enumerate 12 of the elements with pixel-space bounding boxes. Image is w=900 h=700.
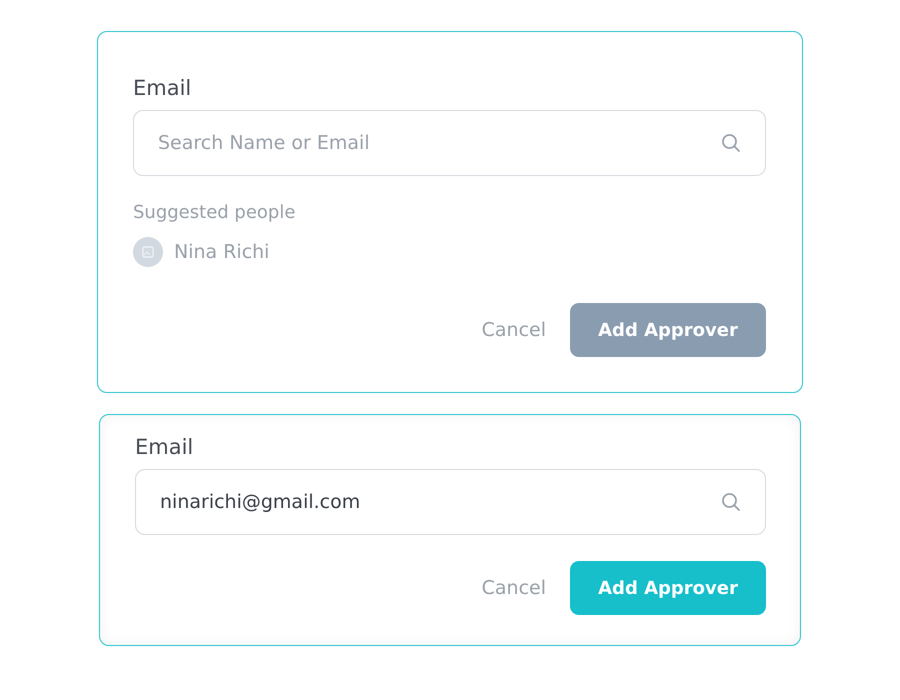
search-icon [720,491,742,513]
cancel-button[interactable]: Cancel [482,577,546,599]
search-field[interactable]: Search Name or Email [133,110,766,176]
cancel-button[interactable]: Cancel [482,319,546,341]
section-heading: Suggested people [133,202,296,223]
add-approver-button[interactable]: Add Approver [570,561,766,615]
search-field[interactable]: ninarichi@gmail.com [135,469,766,535]
person-name[interactable]: Nina Richi [174,241,270,263]
search-icon [720,132,742,154]
field-label: Email [135,435,194,459]
field-label: Email [133,76,192,100]
avatar-icon [133,237,163,267]
